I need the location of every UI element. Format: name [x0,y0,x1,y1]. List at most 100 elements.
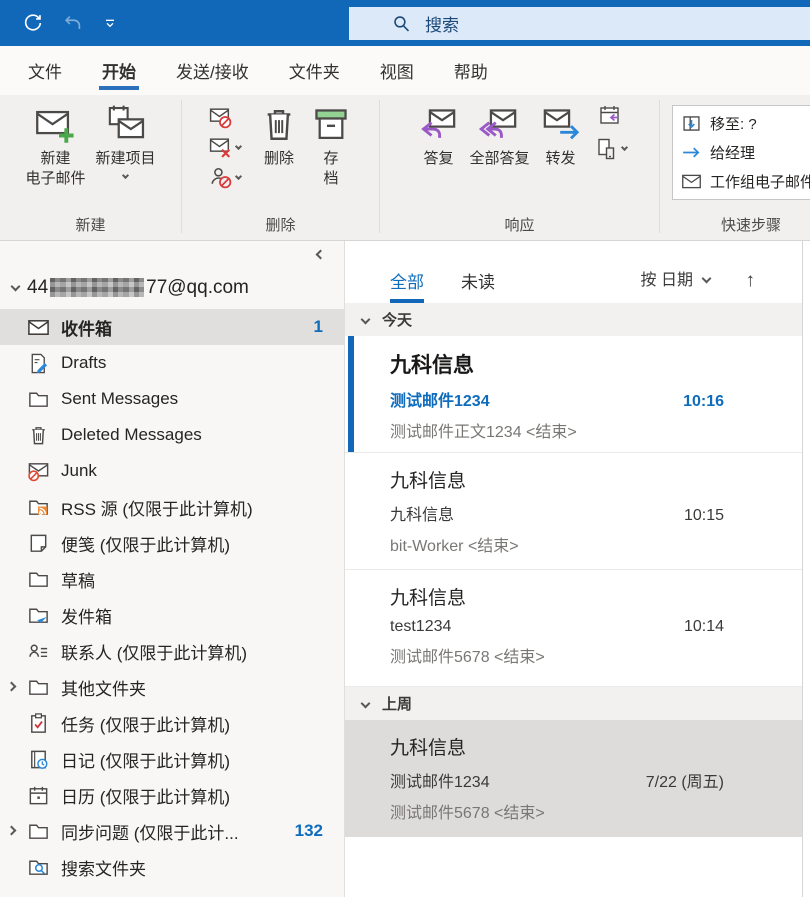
junk-icon [27,460,50,483]
arrow-right-icon [681,142,702,163]
message-time: 10:14 [684,618,724,636]
tab-view[interactable]: 视图 [360,46,434,95]
customize-quick-access-toolbar-button[interactable] [100,13,120,33]
group-header-today[interactable]: 今天 [345,303,802,336]
sort-direction-button[interactable]: ↑ [746,270,756,292]
sidebar-item-drafts[interactable]: Drafts [0,345,344,381]
reading-pane-edge [803,241,810,897]
new-items-button[interactable]: 新建项目 [91,102,161,180]
ribbon-group-label: 快速步骤 [660,214,810,235]
message-item[interactable]: 九科信息 测试邮件1234 10:16 测试邮件正文1234 <结束> [345,336,802,453]
sync-icon [22,12,44,34]
send-receive-sync-button[interactable] [20,10,46,36]
folder-pane: 44 77@qq.com 收件箱 1 Drafts [0,241,345,897]
tab-folder[interactable]: 文件夹 [269,46,360,95]
group-header-last-week[interactable]: 上周 [345,687,802,720]
ribbon-group-delete: 删除 存 档 删除 [182,95,379,240]
collapse-folder-pane-icon[interactable] [316,250,326,260]
undo-icon [62,12,84,34]
new-email-button[interactable]: 新建 电子邮件 [20,102,90,191]
delete-icon [258,104,300,146]
ribbon-group-quick-steps: 移至: ? 给经理 工作组电子邮件 快速步骤 [660,95,810,240]
chevron-right-icon[interactable] [7,826,17,836]
chevron-down-icon [102,15,118,31]
message-item[interactable]: 九科信息 test1234 10:14 测试邮件5678 <结束> [345,570,802,687]
message-item-selected[interactable]: 九科信息 测试邮件1234 7/22 (周五) 测试邮件5678 <结束> [345,720,802,837]
search-input[interactable]: 搜索 [349,7,810,40]
chevron-down-icon [620,144,627,151]
sidebar-item-junk[interactable]: Junk [0,453,344,489]
quick-step-team-email[interactable]: 工作组电子邮件 [681,167,810,196]
message-list-header: 全部 未读 按 日期 ↑ [345,241,802,303]
reply-icon [417,104,459,146]
unread-count-badge: 1 [314,317,323,337]
forward-button[interactable]: 转发 [535,102,587,171]
message-subject: 九科信息 [390,501,454,525]
outbox-icon [27,604,50,627]
message-time: 10:16 [683,393,724,411]
account-header[interactable]: 44 77@qq.com [0,266,344,309]
archive-button[interactable]: 存 档 [305,102,357,191]
sidebar-item-search-folders[interactable]: 搜索文件夹 [0,849,344,885]
undo-button[interactable] [60,10,86,36]
titlebar: 搜索 [0,0,810,46]
ignore-button[interactable] [208,105,241,130]
drafts-icon [27,352,50,375]
forward-icon [540,104,582,146]
tab-home[interactable]: 开始 [82,46,156,95]
junk-button[interactable] [208,165,241,190]
tab-help[interactable]: 帮助 [434,46,508,95]
sidebar-item-journal[interactable]: 日记 (仅限于此计算机) [0,741,344,777]
quick-step-move-to[interactable]: 移至: ? [681,109,810,138]
delete-button[interactable]: 删除 [253,102,305,171]
clean-up-button[interactable] [208,135,241,160]
folder-icon [27,676,50,699]
ribbon-tab-bar: 文件 开始 发送/接收 文件夹 视图 帮助 [0,46,810,95]
filter-tab-unread[interactable]: 未读 [461,268,495,303]
reply-button[interactable]: 答复 [412,102,464,171]
sidebar-item-tasks[interactable]: 任务 (仅限于此计算机) [0,705,344,741]
chevron-down-icon [702,273,712,283]
reply-all-button[interactable]: 全部答复 [464,102,534,171]
tab-file[interactable]: 文件 [8,46,82,95]
sidebar-item-contacts[interactable]: 联系人 (仅限于此计算机) [0,633,344,669]
chevron-down-icon [361,699,371,709]
sidebar-item-draft-folder[interactable]: 草稿 [0,561,344,597]
ribbon-group-label: 删除 [182,214,379,235]
message-sender: 九科信息 [390,466,802,493]
filter-tab-all[interactable]: 全部 [390,268,424,303]
sidebar-item-outbox[interactable]: 发件箱 [0,597,344,633]
quick-steps-gallery: 移至: ? 给经理 工作组电子邮件 [672,105,810,200]
instant-message-button[interactable] [593,136,627,162]
sidebar-item-sent-messages[interactable]: Sent Messages [0,381,344,417]
sidebar-item-calendar[interactable]: 日历 (仅限于此计算机) [0,777,344,813]
sidebar-item-rss-feeds[interactable]: RSS 源 (仅限于此计算机) [0,489,344,525]
message-sender: 九科信息 [390,733,802,760]
message-sender: 九科信息 [390,583,802,610]
archive-icon [310,104,352,146]
chevron-down-icon [235,172,242,179]
reply-all-icon [478,104,520,146]
sidebar-item-notes[interactable]: 便笺 (仅限于此计算机) [0,525,344,561]
sidebar-item-inbox[interactable]: 收件箱 1 [0,309,344,345]
sidebar-item-sync-issues[interactable]: 同步问题 (仅限于此计... 132 [0,813,344,849]
sort-by-dropdown[interactable]: 按 日期 [641,266,710,290]
inbox-icon [27,316,50,339]
device-im-icon [593,136,619,162]
meeting-button[interactable] [597,102,623,128]
search-icon [391,13,412,34]
message-preview: bit-Worker <结束> [390,532,802,556]
tab-send-receive[interactable]: 发送/接收 [156,46,269,95]
chevron-right-icon[interactable] [7,682,17,692]
quick-step-to-manager[interactable]: 给经理 [681,138,810,167]
sidebar-item-other-folders[interactable]: 其他文件夹 [0,669,344,705]
ribbon-group-new: 新建 电子邮件 新建项目 新建 [0,95,181,240]
ribbon-group-label: 响应 [380,214,659,235]
message-preview: 测试邮件正文1234 <结束> [390,418,802,442]
search-placeholder: 搜索 [425,11,459,36]
message-item[interactable]: 九科信息 九科信息 10:15 bit-Worker <结束> [345,453,802,570]
chevron-down-icon [361,315,371,325]
folder-list: 收件箱 1 Drafts Sent Messages [0,309,344,885]
sidebar-item-deleted-messages[interactable]: Deleted Messages [0,417,344,453]
meeting-icon [597,102,623,128]
